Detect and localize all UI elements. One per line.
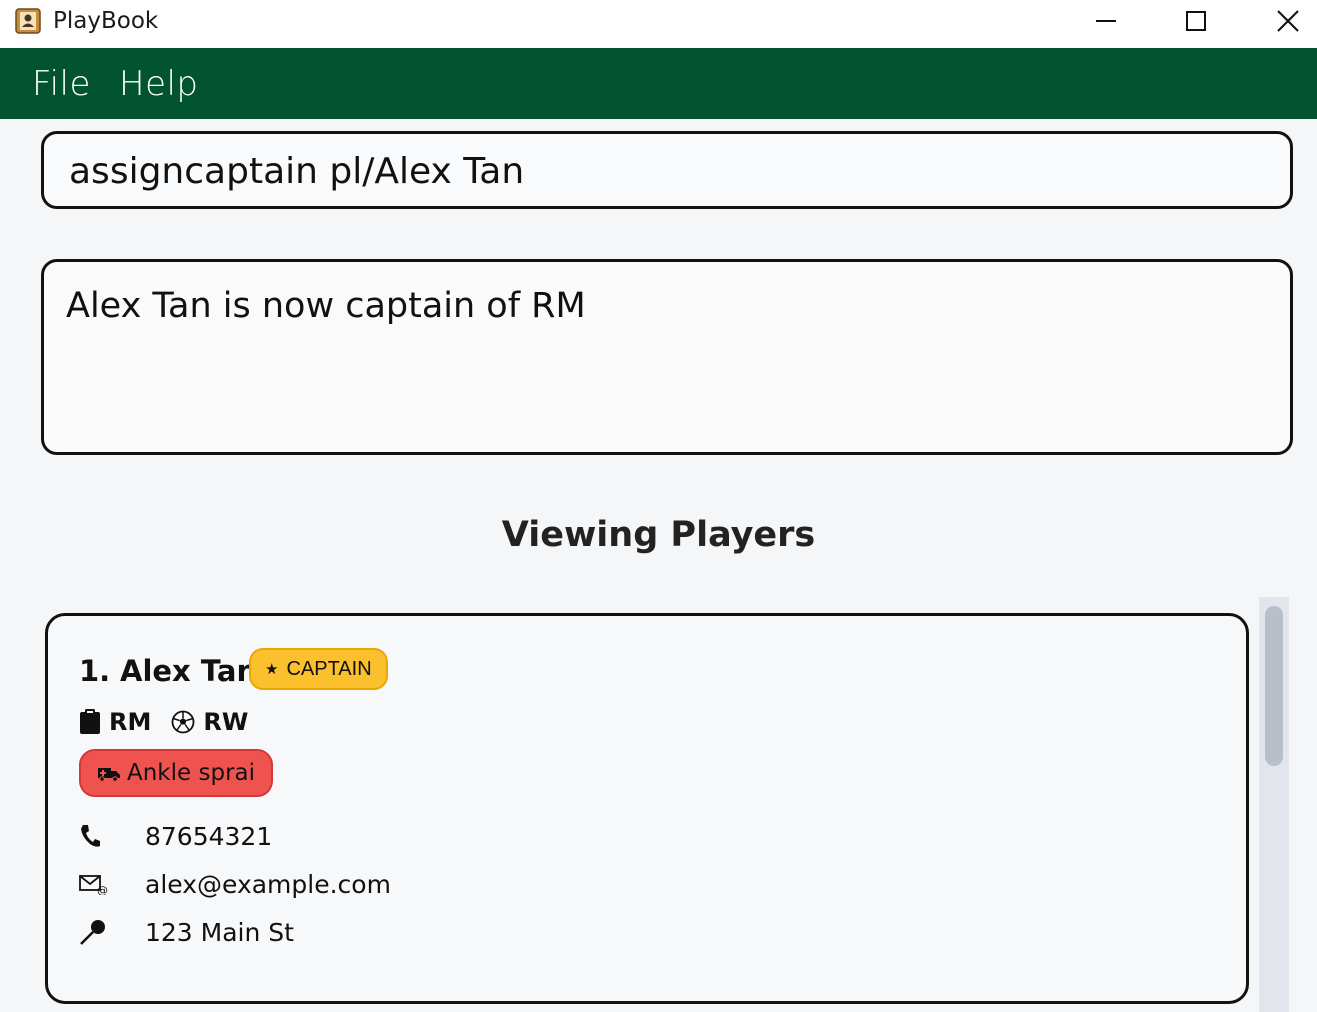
position-label: RW: [203, 708, 249, 736]
maximize-icon: [1186, 11, 1206, 31]
menu-file[interactable]: File: [32, 64, 91, 104]
team-tag: RM: [79, 708, 151, 736]
map-pin-icon: [79, 918, 145, 946]
title-bar: PlayBook: [0, 0, 1317, 48]
player-list-scrollbar[interactable]: [1259, 597, 1289, 1012]
menu-help[interactable]: Help: [119, 64, 199, 104]
ambulance-icon: [98, 768, 120, 782]
scrollbar-thumb[interactable]: [1265, 606, 1283, 766]
close-icon: [1277, 10, 1299, 32]
player-name: Alex Tan: [120, 654, 258, 688]
address-value: 123 Main St: [145, 917, 294, 947]
menu-bar: File Help: [0, 48, 1317, 119]
star-icon: ★: [265, 661, 279, 678]
maximize-button[interactable]: [1165, 0, 1225, 42]
injury-label: Ankle sprai: [127, 760, 256, 786]
result-message: Alex Tan is now captain of RM: [66, 286, 586, 326]
view-title: Viewing Players: [501, 515, 816, 555]
captain-label: CAPTAIN: [286, 657, 372, 680]
captain-badge: ★ CAPTAIN: [249, 648, 388, 690]
email-icon: @: [79, 873, 145, 895]
result-display: Alex Tan is now captain of RM: [41, 259, 1293, 455]
window-title: PlayBook: [53, 8, 159, 34]
phone-icon: [79, 824, 145, 848]
phone-value: 87654321: [145, 821, 273, 851]
soccer-ball-icon: [171, 710, 195, 734]
team-label: RM: [109, 708, 152, 736]
player-card[interactable]: 1. Alex Tan ★ CAPTAIN RM RW Ankle sprai …: [45, 613, 1249, 1004]
phone-row: 87654321: [79, 818, 272, 854]
app-icon: [15, 8, 41, 34]
svg-text:@: @: [97, 884, 108, 895]
command-input[interactable]: assigncaptain pl/Alex Tan: [41, 131, 1293, 209]
clipboard-icon: [80, 709, 100, 734]
command-input-text[interactable]: assigncaptain pl/Alex Tan: [69, 151, 524, 192]
email-row: @ alex@example.com: [79, 866, 391, 902]
player-index: 1.: [79, 654, 111, 688]
address-row: 123 Main St: [79, 914, 294, 950]
player-positions: RM RW: [79, 705, 268, 739]
position-tag: RW: [171, 708, 248, 736]
injury-badge: Ankle sprai: [79, 749, 274, 797]
email-value: alex@example.com: [145, 869, 391, 899]
minimize-button[interactable]: [1075, 0, 1135, 42]
minimize-icon: [1096, 20, 1116, 22]
close-button[interactable]: [1257, 0, 1317, 42]
